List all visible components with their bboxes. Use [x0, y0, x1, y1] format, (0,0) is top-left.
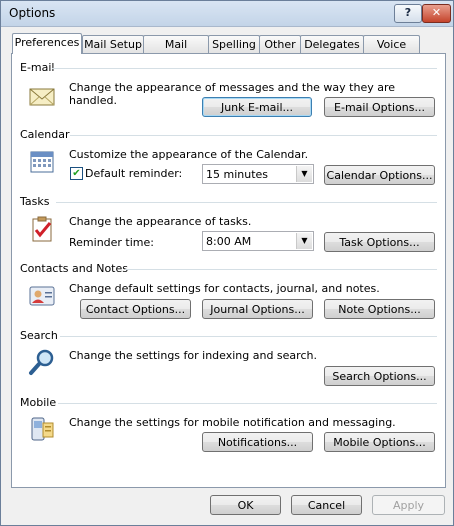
tab-preferences[interactable]: Preferences: [12, 33, 82, 54]
contacts-divider: [125, 269, 437, 270]
tab-mail-setup[interactable]: Mail Setup: [82, 35, 144, 53]
default-reminder-value: 15 minutes: [206, 168, 269, 181]
mobile-options-button[interactable]: Mobile Options...: [324, 432, 435, 452]
tasks-heading: Tasks: [20, 195, 50, 208]
tab-other[interactable]: Other: [259, 35, 301, 53]
contacts-description: Change default settings for contacts, jo…: [69, 282, 380, 295]
mobile-description: Change the settings for mobile notificat…: [69, 416, 396, 429]
ok-button[interactable]: OK: [210, 495, 281, 515]
calendar-description: Customize the appearance of the Calendar…: [69, 148, 309, 161]
title-bar: Options ? ✕: [1, 1, 453, 27]
calendar-divider: [70, 135, 437, 136]
email-heading: E-mail: [20, 61, 55, 74]
note-options-button[interactable]: Note Options...: [324, 299, 435, 319]
tab-voice-mail[interactable]: Voice Mail: [363, 35, 420, 68]
tab-mail-format[interactable]: Mail Format: [143, 35, 209, 68]
calendar-options-button[interactable]: Calendar Options...: [324, 165, 435, 185]
preferences-panel: E-mail Change the appearance of messages…: [11, 53, 446, 488]
window-title: Options: [9, 6, 56, 20]
search-options-button[interactable]: Search Options...: [324, 366, 435, 386]
chevron-down-icon[interactable]: ▼: [296, 233, 312, 249]
contact-options-button[interactable]: Contact Options...: [80, 299, 191, 319]
close-button[interactable]: ✕: [422, 4, 451, 23]
calendar-heading: Calendar: [20, 128, 70, 141]
default-reminder-select[interactable]: 15 minutes ▼: [202, 164, 314, 184]
magnifier-icon: [29, 349, 54, 375]
chevron-down-icon[interactable]: ▼: [296, 166, 312, 182]
default-reminder-label: Default reminder:: [85, 167, 183, 180]
contacts-heading: Contacts and Notes: [20, 262, 128, 275]
default-reminder-checkbox[interactable]: ✔: [70, 167, 83, 180]
options-dialog: Options ? ✕ Preferences Mail Setup Mail …: [0, 0, 454, 526]
search-description: Change the settings for indexing and sea…: [69, 349, 317, 362]
mobile-heading: Mobile: [20, 396, 57, 409]
contact-card-icon: [29, 286, 55, 306]
envelope-icon: [29, 88, 55, 106]
tasks-description: Change the appearance of tasks.: [69, 215, 252, 228]
tab-spelling[interactable]: Spelling: [208, 35, 260, 53]
email-divider: [52, 68, 437, 69]
task-options-button[interactable]: Task Options...: [324, 232, 435, 252]
junk-email-button[interactable]: Junk E-mail...: [202, 97, 312, 117]
apply-button[interactable]: Apply: [372, 495, 445, 515]
mobile-phone-icon: [31, 417, 54, 441]
reminder-time-select[interactable]: 8:00 AM ▼: [202, 231, 314, 251]
calendar-icon: [30, 151, 54, 173]
tasks-divider: [56, 202, 437, 203]
search-heading: Search: [20, 329, 58, 342]
reminder-time-label: Reminder time:: [69, 236, 154, 249]
journal-options-button[interactable]: Journal Options...: [202, 299, 313, 319]
notifications-button[interactable]: Notifications...: [202, 432, 313, 452]
help-button[interactable]: ?: [394, 4, 422, 23]
search-divider: [60, 336, 437, 337]
cancel-button[interactable]: Cancel: [291, 495, 362, 515]
tab-delegates[interactable]: Delegates: [300, 35, 364, 53]
mobile-divider: [58, 403, 437, 404]
reminder-time-value: 8:00 AM: [206, 235, 252, 248]
email-options-button[interactable]: E-mail Options...: [324, 97, 435, 117]
task-clipboard-icon: [32, 216, 52, 242]
